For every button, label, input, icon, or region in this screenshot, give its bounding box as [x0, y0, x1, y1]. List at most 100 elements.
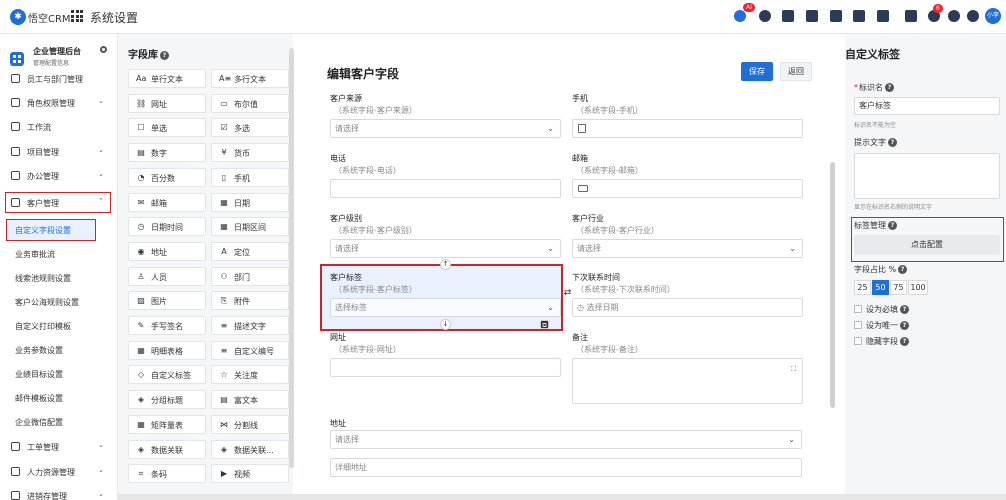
sidebar-item-tickets[interactable]: 工单管理 ⌄ — [0, 436, 117, 458]
field-type-item[interactable]: ✎ 手写签名 — [128, 316, 206, 335]
help-icon[interactable]: ? — [900, 321, 909, 330]
field-input[interactable]: 请选择 ⌄ — [330, 239, 561, 258]
pin-icon[interactable] — [100, 46, 107, 53]
tip-input[interactable] — [854, 153, 1000, 199]
field-type-item[interactable]: ▤ 富文本 — [211, 390, 289, 410]
field-type-item[interactable]: ◈ 分组标题 — [128, 390, 206, 410]
sidebar-sub-mail-template[interactable]: 邮件模板设置 — [0, 387, 117, 409]
field-type-item[interactable]: A 定位 — [211, 241, 289, 261]
field-type-item[interactable]: ◷ 日期时间 — [128, 217, 206, 237]
field-type-item[interactable]: ◉ 地址 — [128, 241, 206, 261]
field-type-item[interactable]: ▨ 图片 — [128, 291, 206, 311]
notes-icon[interactable] — [830, 10, 842, 22]
field-type-item[interactable]: ♙ 人员 — [128, 266, 206, 286]
required-checkbox[interactable]: 设为必填? — [854, 304, 909, 315]
field-type-item[interactable]: ⌗ 条码 — [128, 464, 206, 484]
field-type-item[interactable]: A≡ 多行文本 — [211, 69, 289, 88]
pct-option[interactable]: 100 — [908, 280, 928, 295]
field-type-item[interactable]: ⋈ 分割线 — [211, 414, 289, 434]
field-type-item[interactable]: ▦ 明细表格 — [128, 340, 206, 360]
globe-icon[interactable] — [759, 10, 771, 22]
name-input[interactable]: 客户标签 — [854, 97, 1000, 115]
sidebar-item-staff[interactable]: 员工与部门管理 — [0, 68, 117, 90]
library-scrollbar[interactable] — [289, 48, 294, 468]
book-icon[interactable] — [853, 10, 865, 22]
hidden-checkbox[interactable]: 隐藏字段? — [854, 336, 909, 347]
help-icon[interactable]: ? — [160, 51, 169, 60]
move-up-icon[interactable]: ↑ — [440, 259, 451, 270]
avatar[interactable]: 小李 — [985, 8, 1001, 24]
field-type-item[interactable]: ◇ 自定义标签 — [128, 365, 206, 385]
field-type-item[interactable]: ▦ 矩阵量表 — [128, 414, 206, 434]
field-type-item[interactable]: ◔ 百分数 — [128, 167, 206, 187]
help-icon[interactable]: ? — [888, 138, 897, 147]
field-type-item[interactable]: ☑ 多选 — [211, 118, 289, 138]
field-input[interactable]: 请选择 ⌄ — [330, 119, 561, 138]
field-type-item[interactable]: ▦ 日期区间 — [211, 217, 289, 237]
horizontal-scrollbar[interactable] — [118, 494, 1006, 500]
field-type-item[interactable]: ⚇ 部门 — [211, 266, 289, 286]
field-type-item[interactable]: ≡ 描述文字 — [211, 316, 289, 335]
sidebar-item-inventory[interactable]: 进销存管理 ⌄ — [0, 485, 117, 500]
field-type-item[interactable]: ☐ 单选 — [128, 118, 206, 138]
field-type-item[interactable]: ⎘ 附件 — [211, 291, 289, 311]
swap-icon[interactable]: ⇄ — [562, 289, 573, 300]
sidebar-item-workflow[interactable]: 工作流 — [0, 116, 117, 138]
field-type-item[interactable]: ▭ 布尔值 — [211, 93, 289, 113]
back-button[interactable]: 返回 — [780, 62, 812, 81]
sidebar-item-roles[interactable]: 角色权限管理 ⌄ — [0, 92, 117, 114]
field-input[interactable] — [330, 179, 561, 198]
pct-option[interactable]: 75 — [890, 280, 907, 295]
sidebar-sub-wecom[interactable]: 企业微信配置 — [0, 411, 117, 433]
field-input[interactable]: ⛶ — [572, 358, 803, 404]
ai-assistant-icon[interactable] — [734, 10, 746, 22]
sidebar-item-office[interactable]: 办公管理 ⌄ — [0, 165, 117, 187]
calendar-icon[interactable] — [877, 10, 889, 22]
save-button[interactable]: 保存 — [741, 62, 773, 81]
sidebar-item-hr[interactable]: 人力资源管理 ⌄ — [0, 461, 117, 483]
field-input[interactable] — [330, 358, 561, 377]
pct-option[interactable]: 50 — [872, 280, 889, 295]
expand-icon[interactable]: ⛶ — [791, 361, 796, 378]
help-icon[interactable]: ? — [898, 265, 908, 274]
unique-checkbox[interactable]: 设为唯一? — [854, 320, 909, 331]
field-type-item[interactable]: ✉ 邮箱 — [128, 192, 206, 212]
help-icon[interactable]: ? — [900, 305, 909, 314]
sidebar-sub-custom-fields[interactable]: 自定义字段设置 — [6, 219, 96, 241]
contacts-icon[interactable] — [806, 10, 818, 22]
sidebar-sub-targets[interactable]: 业绩目标设置 — [0, 363, 117, 385]
help-icon[interactable] — [948, 10, 960, 22]
copy-icon[interactable]: ⧉ — [540, 320, 549, 329]
chart-icon[interactable] — [905, 10, 917, 22]
field-input[interactable]: 选择标签 ⌄ — [330, 298, 561, 317]
sidebar-item-projects[interactable]: 项目管理 ⌄ — [0, 141, 117, 163]
help-icon[interactable]: ? — [885, 83, 894, 92]
sidebar-sub-approval[interactable]: 业务审批流 — [0, 243, 117, 265]
form-scrollbar[interactable] — [830, 162, 835, 408]
field-type-item[interactable]: ▶ 视频 — [211, 464, 289, 484]
field-input[interactable]: 请选择 ⌄ — [572, 239, 803, 258]
field-type-item[interactable]: ▦ 日期 — [211, 192, 289, 212]
field-input[interactable] — [572, 119, 803, 138]
field-type-item[interactable]: ☆ 关注度 — [211, 365, 289, 385]
gear-icon[interactable] — [967, 10, 979, 22]
field-type-item[interactable]: ¥ 货币 — [211, 143, 289, 163]
field-input[interactable]: ◷ 选择日期 — [572, 298, 803, 317]
field-input[interactable] — [572, 179, 803, 198]
field-type-item[interactable]: Aa 单行文本 — [128, 69, 206, 88]
sidebar-sub-lead-pool[interactable]: 线索池规则设置 — [0, 267, 117, 289]
field-type-item[interactable]: ◈ 数据关联... — [211, 439, 289, 459]
field-type-item[interactable]: ⛓ 网址 — [128, 93, 206, 113]
pct-option[interactable]: 25 — [854, 280, 871, 295]
move-down-icon[interactable]: ↓ — [440, 319, 451, 330]
field-type-item[interactable]: ◈ 数据关联 — [128, 439, 206, 459]
field-input[interactable]: 请选择 ⌄ — [330, 430, 802, 449]
field-type-item[interactable]: ▯ 手机 — [211, 167, 289, 187]
field-type-item[interactable]: ▤ 数字 — [128, 143, 206, 163]
sidebar-sub-print-template[interactable]: 自定义打印模板 — [0, 315, 117, 337]
help-icon[interactable]: ? — [900, 337, 909, 346]
field-input[interactable]: 详细地址 — [330, 458, 802, 477]
sidebar-item-customers[interactable]: 客户管理 ⌃ — [5, 192, 111, 213]
field-type-item[interactable]: ≡ 自定义编号 — [211, 340, 289, 360]
mail-icon[interactable] — [782, 10, 794, 22]
